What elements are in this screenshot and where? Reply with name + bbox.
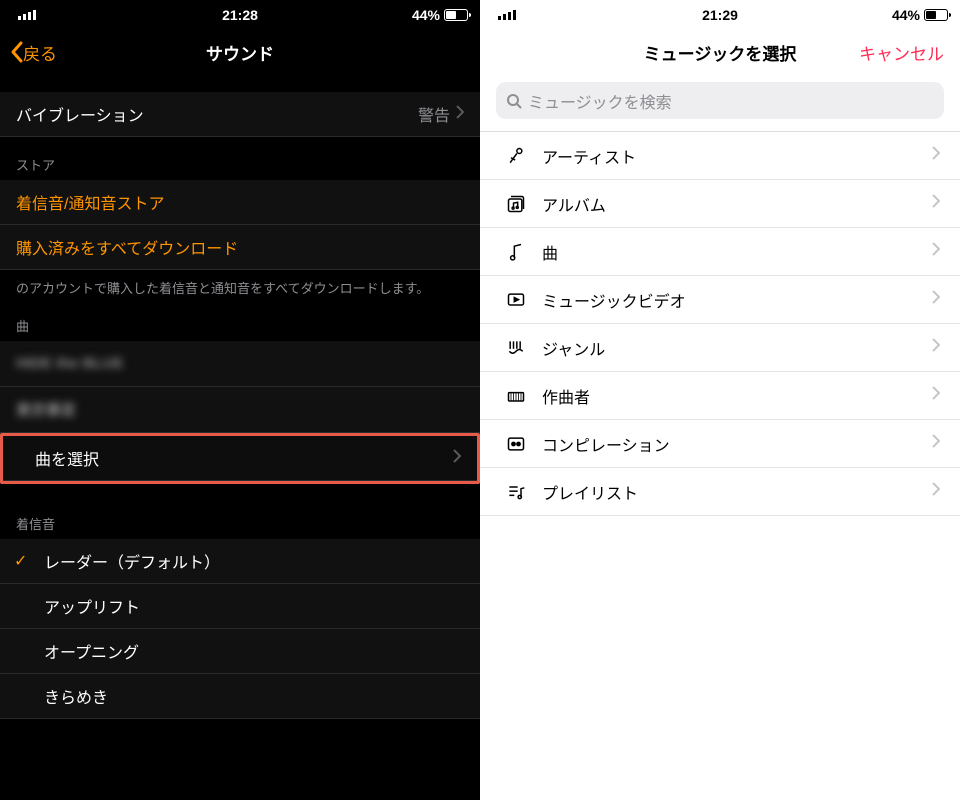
row-label: レーダー（デフォルト） [44,549,220,573]
category-compilations[interactable]: コンピレーション [480,420,960,468]
sound-settings-screen: 21:28 44% 戻る サウンド バイブレーション 警告 ストア 着信音/通知… [0,0,480,800]
row-label: オープニング [44,639,139,663]
chevron-right-icon [932,338,940,357]
songs-header: 曲 [0,298,480,341]
row-label: きらめき [44,684,108,708]
row-label: アルバム [530,192,932,216]
ringtones-header: 着信音 [0,484,480,539]
playlist-icon [502,482,530,502]
chevron-right-icon [932,482,940,501]
store-header: ストア [0,137,480,180]
chevron-right-icon [932,434,940,453]
row-label: 作曲者 [530,384,932,408]
row-label: アーティスト [530,144,932,168]
chevron-right-icon [453,449,461,468]
battery-icon [444,9,468,21]
chevron-right-icon [932,194,940,213]
chevron-right-icon [456,105,464,124]
compilation-icon [502,434,530,454]
row-label: 曲を選択 [35,446,99,470]
ringtone-option[interactable]: アップリフト [0,584,480,629]
status-time: 21:28 [0,7,480,23]
download-purchased-link[interactable]: 購入済みをすべてダウンロード [0,225,480,270]
category-songs[interactable]: 曲 [480,228,960,276]
category-genres[interactable]: ジャンル [480,324,960,372]
battery-icon [924,9,948,21]
choose-song-row[interactable]: 曲を選択 [3,436,477,481]
row-label: コンピレーション [530,432,932,456]
page-title: サウンド [0,40,480,65]
row-label: ミュージックビデオ [530,288,932,312]
row-label: ジャンル [530,336,932,360]
artist-icon [502,146,530,166]
row-label: 購入済みをすべてダウンロード [16,235,238,259]
checkmark-icon: ✓ [14,551,27,571]
category-list: アーティスト アルバム 曲 ミュージックビデオ ジャンル 作曲者 [480,131,960,516]
chevron-right-icon [932,290,940,309]
row-label: 曲 [530,240,932,264]
cancel-button[interactable]: キャンセル [859,40,944,65]
status-bar: 21:29 44% [480,0,960,30]
vibration-value: 警告 [418,102,450,126]
category-music-videos[interactable]: ミュージックビデオ [480,276,960,324]
nav-bar: 戻る サウンド [0,30,480,74]
vibration-label: バイブレーション [16,102,144,126]
music-picker-screen: 21:29 44% ミュージックを選択 キャンセル ミュージックを検索 アーティ… [480,0,960,800]
category-artists[interactable]: アーティスト [480,132,960,180]
choose-song-highlight: 曲を選択 [0,433,480,484]
category-composers[interactable]: 作曲者 [480,372,960,420]
chevron-right-icon [932,242,940,261]
song-icon [502,242,530,262]
genre-icon [502,338,530,358]
vibration-row[interactable]: バイブレーション 警告 [0,92,480,137]
search-input[interactable]: ミュージックを検索 [496,82,944,119]
ringtone-option[interactable]: オープニング [0,629,480,674]
row-label: アップリフト [44,594,140,618]
song-item-blurred[interactable]: 東京事変 [0,387,480,433]
status-time: 21:29 [480,7,960,23]
composer-icon [502,386,530,406]
row-label: プレイリスト [530,480,932,504]
search-placeholder: ミュージックを検索 [528,89,672,113]
category-albums[interactable]: アルバム [480,180,960,228]
row-label: 着信音/通知音ストア [16,190,164,214]
chevron-right-icon [932,146,940,165]
song-item-blurred[interactable]: HIDE the BLUE [0,341,480,387]
chevron-right-icon [932,386,940,405]
ringtone-option[interactable]: きらめき [0,674,480,719]
album-icon [502,194,530,214]
search-icon [506,93,522,109]
ringtone-option[interactable]: ✓ レーダー（デフォルト） [0,539,480,584]
download-footnote: のアカウントで購入した着信音と通知音をすべてダウンロードします。 [0,270,480,298]
ringtone-store-link[interactable]: 着信音/通知音ストア [0,180,480,225]
status-bar: 21:28 44% [0,0,480,30]
nav-bar: ミュージックを選択 キャンセル [480,30,960,74]
video-icon [502,290,530,310]
category-playlists[interactable]: プレイリスト [480,468,960,516]
